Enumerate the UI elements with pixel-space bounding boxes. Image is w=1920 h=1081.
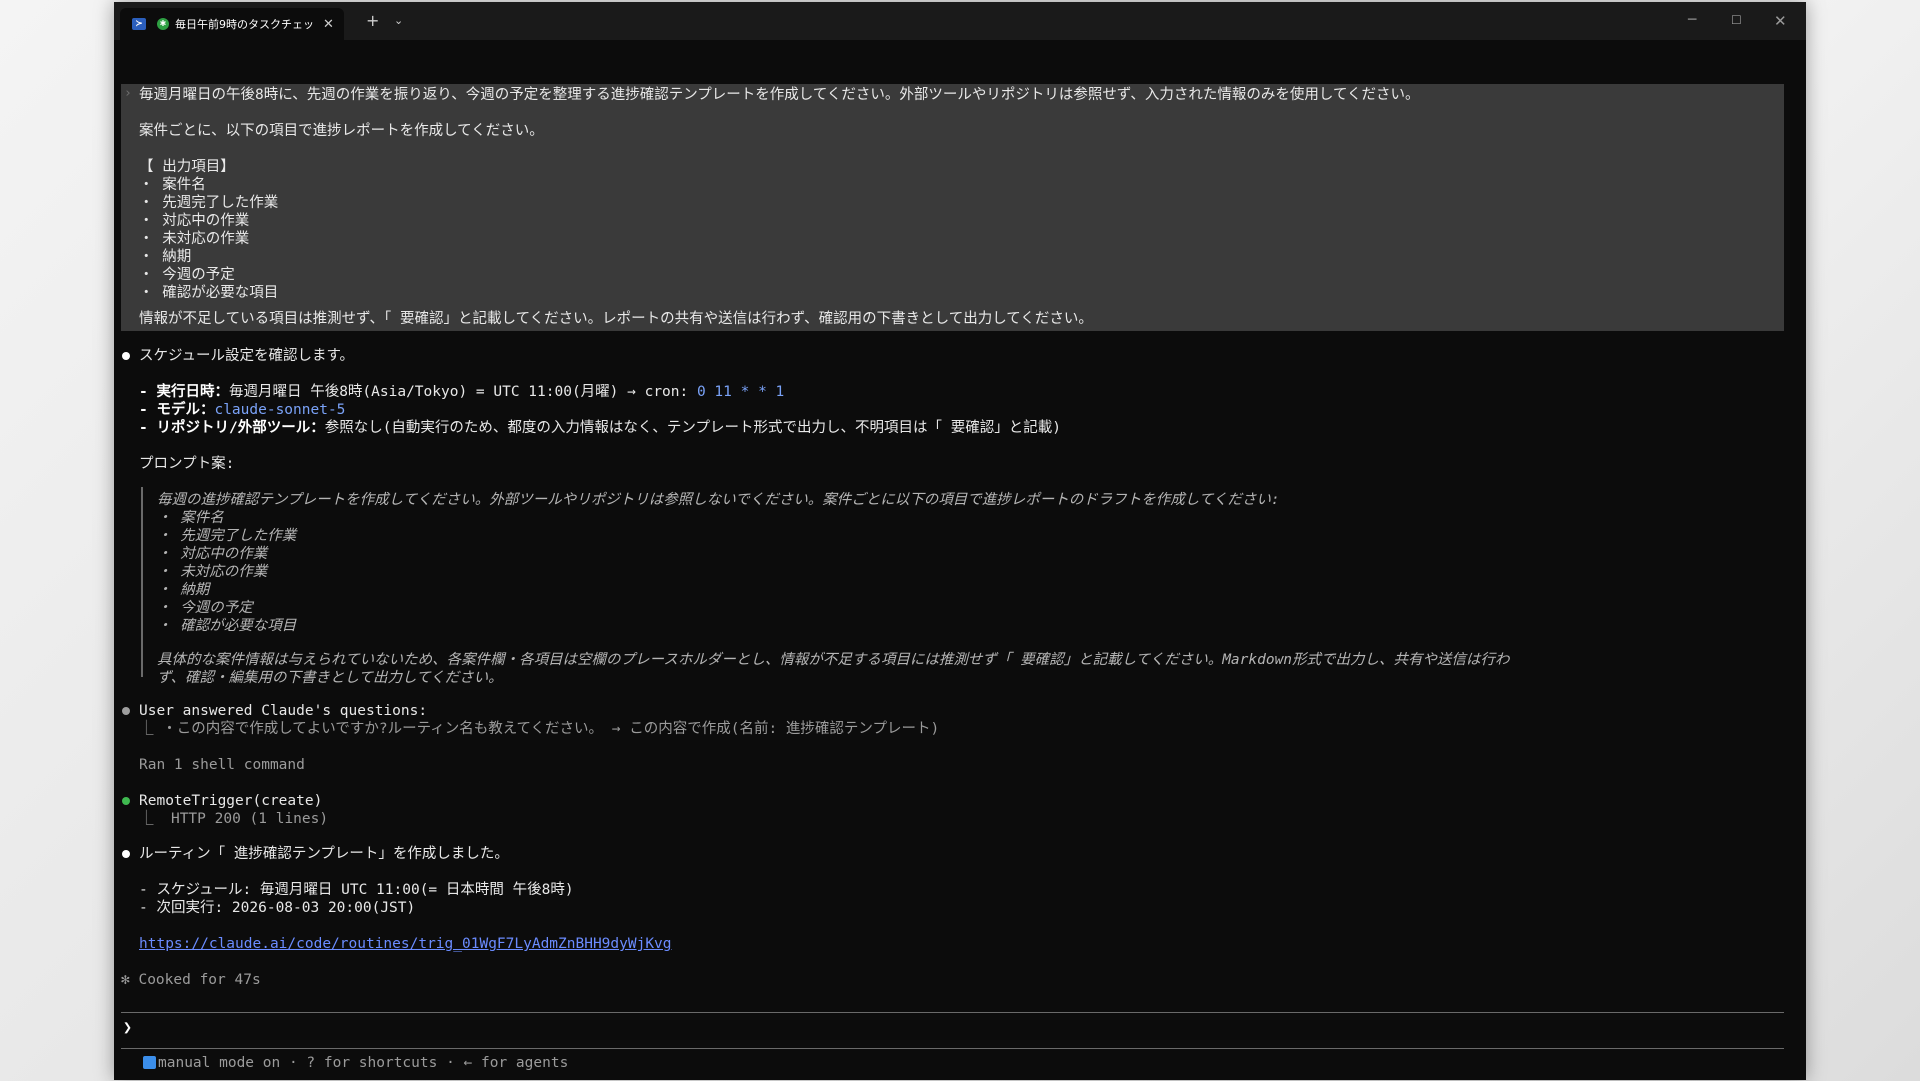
prompt-line: ・ 納期 xyxy=(139,249,192,265)
run-time-label: - 実行日時： xyxy=(139,384,229,400)
shell-command-summary[interactable]: Ran 1 shell command xyxy=(139,756,305,774)
model-value: claude-sonnet-5 xyxy=(214,402,346,418)
quote-line: ・ 案件名 xyxy=(157,510,224,526)
quote-line: ・ 対応中の作業 xyxy=(157,546,268,562)
prompt-line: ・ 未対応の作業 xyxy=(139,231,250,247)
quote-line: ・ 先週完了した作業 xyxy=(157,528,297,544)
chevron-down-icon[interactable]: ⌄ xyxy=(394,14,403,27)
cron-value: 0 11 * * 1 xyxy=(696,384,785,400)
status-footer: manual mode on · ? for shortcuts · ← for… xyxy=(143,1055,568,1071)
quote-line: ・ 確認が必要な項目 xyxy=(157,618,297,634)
tab-active[interactable]: ≻ ✱ 毎日午前9時のタスクチェック ✕ xyxy=(120,8,344,40)
prompt-line: 情報が不足している項目は推測せず、「 要確認」と記載してください。レポートの共有… xyxy=(139,311,1093,327)
quote-line: ず、確認・編集用の下書きとして出力してください。 xyxy=(157,670,503,686)
minimize-button[interactable]: ─ xyxy=(1688,12,1696,28)
response-bullet-icon xyxy=(122,850,130,858)
repo-line: - リポジトリ/外部ツール：参照なし(自動実行のため、都度の入力情報はなく、テン… xyxy=(139,419,1061,437)
prompt-caret-icon: › xyxy=(124,86,132,101)
new-tab-button[interactable]: + xyxy=(366,11,379,30)
tab-title: 毎日午前9時のタスクチェック xyxy=(175,18,315,31)
claude-status-icon: ✱ xyxy=(157,18,169,30)
title-bar: ≻ ✱ 毎日午前9時のタスクチェック ✕ + ⌄ ─ ☐ ✕ xyxy=(114,2,1806,40)
maximize-button[interactable]: ☐ xyxy=(1731,13,1742,27)
run-time-value: 毎週月曜日 午後8時(Asia/Tokyo) = UTC 11:00(月曜) →… xyxy=(228,384,697,400)
prompt-line: ・ 今週の予定 xyxy=(139,267,235,283)
quote-line: ・ 今週の予定 xyxy=(157,600,253,616)
remote-trigger-result: ⎿ HTTP 200 (1 lines) xyxy=(139,811,329,827)
cooked-status: ✻ Cooked for 47s xyxy=(121,972,261,988)
answer-bullet-icon xyxy=(122,707,130,715)
quote-line: ・ 納期 xyxy=(157,582,210,598)
terminal-content[interactable]: › 毎週月曜日の午後8時に、先週の作業を振り返り、今週の予定を整理する進捗確認テ… xyxy=(114,40,1806,1080)
prompt-line: 【 出力項目】 xyxy=(139,159,235,175)
model-label: - モデル： xyxy=(139,402,215,418)
input-bottom-divider xyxy=(121,1048,1784,1049)
run-time-line: - 実行日時：毎週月曜日 午後8時(Asia/Tokyo) = UTC 11:0… xyxy=(139,383,784,401)
quote-line: ・ 未対応の作業 xyxy=(157,564,268,580)
quote-bar xyxy=(141,487,143,677)
footer-text: manual mode on · ? for shortcuts · ← for… xyxy=(158,1055,569,1071)
close-window-button[interactable]: ✕ xyxy=(1774,12,1787,30)
prompt-line: 案件ごとに、以下の項目で進捗レポートを作成してください。 xyxy=(139,123,544,139)
model-line: - モデル：claude-sonnet-5 xyxy=(139,401,345,419)
quote-line: 具体的な案件情報は与えられていないため、各案件欄・各項目は空欄のプレースホルダー… xyxy=(157,652,1510,668)
repo-label: - リポジトリ/外部ツール： xyxy=(139,420,325,436)
terminal-window: ≻ ✱ 毎日午前9時のタスクチェック ✕ + ⌄ ─ ☐ ✕ › 毎週月曜日の午… xyxy=(114,2,1806,1080)
close-icon[interactable]: ✕ xyxy=(323,17,334,32)
powershell-icon: ≻ xyxy=(132,18,146,30)
user-answered-detail: ⎿ ・この内容で作成してよいですか?ルーティン名も教えてください。 → この内容… xyxy=(139,721,940,737)
schedule-line: - スケジュール: 毎週月曜日 UTC 11:00(= 日本時間 午後8時) xyxy=(139,882,574,898)
routine-link[interactable]: https://claude.ai/code/routines/trig_01W… xyxy=(139,935,672,953)
repo-value: 参照なし(自動実行のため、都度の入力情報はなく、テンプレート形式で出力し、不明項… xyxy=(324,420,1061,436)
remote-trigger-title: RemoteTrigger(create) xyxy=(139,793,323,809)
prompt-line: ・ 対応中の作業 xyxy=(139,213,250,229)
manual-mode-icon xyxy=(143,1056,156,1069)
prompt-line: ・ 確認が必要な項目 xyxy=(139,285,279,301)
input-top-divider xyxy=(121,1012,1784,1013)
prompt-line: ・ 案件名 xyxy=(139,177,206,193)
prompt-line: 毎週月曜日の午後8時に、先週の作業を振り返り、今週の予定を整理する進捗確認テンプ… xyxy=(139,87,1420,103)
prompt-draft-label: プロンプト案: xyxy=(139,456,235,472)
response-intro: スケジュール設定を確認します。 xyxy=(139,348,355,364)
response-bullet-icon xyxy=(122,352,130,360)
quote-line: 毎週の進捗確認テンプレートを作成してください。外部ツールやリポジトリは参照しない… xyxy=(157,492,1280,508)
next-run-line: - 次回実行: 2026-08-03 20:00(JST) xyxy=(139,900,416,916)
result-intro: ルーティン「 進捗確認テンプレート」を作成しました。 xyxy=(139,846,509,862)
user-answered-title: User answered Claude's questions: xyxy=(139,703,428,719)
prompt-input[interactable] xyxy=(121,1014,1784,1047)
prompt-line: ・ 先週完了した作業 xyxy=(139,195,279,211)
tool-success-bullet-icon xyxy=(122,797,130,805)
